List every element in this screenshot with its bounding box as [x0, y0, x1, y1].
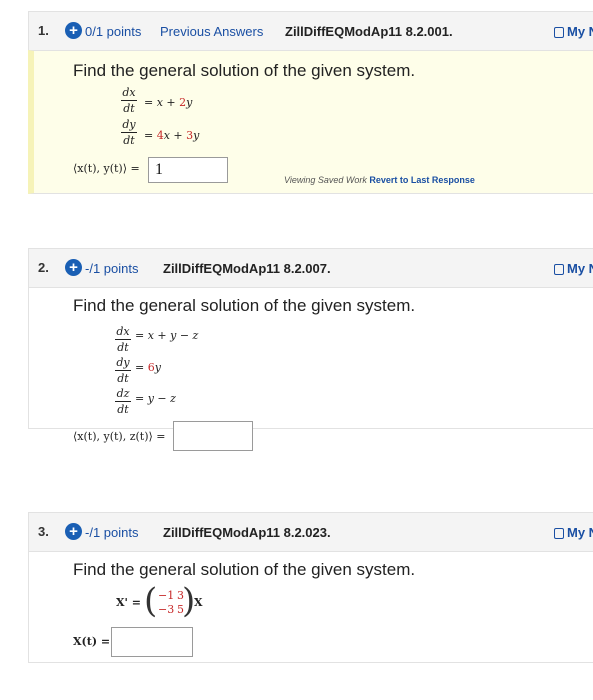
question-header: 2. + -/1 points ZillDiffEQModAp11 8.2.00…: [28, 248, 593, 287]
status-line: Viewing Saved Work Revert to Last Respon…: [284, 175, 475, 185]
previous-answers-link[interactable]: Previous Answers: [160, 24, 263, 39]
answer-label: X(t) =: [73, 635, 111, 648]
my-notes-button[interactable]: My N: [554, 525, 593, 540]
question-2: 2. + -/1 points ZillDiffEQModAp11 8.2.00…: [28, 248, 593, 451]
matrix-cell: −1: [158, 589, 175, 602]
question-header: 1. + 0/1 points Previous Answers ZillDif…: [28, 11, 593, 50]
matrix-cell: −3: [158, 603, 175, 616]
coefficient-matrix: ( −1 3 −3 5 ): [144, 584, 196, 622]
eq-expr: = y − z: [135, 392, 176, 405]
frac-den: dt: [117, 341, 129, 354]
question-prompt: Find the general solution of the given s…: [73, 560, 416, 579]
eq-var: y: [154, 361, 161, 374]
derivative-dz-dt: dz dt: [115, 387, 131, 416]
plus-circle-icon[interactable]: +: [65, 259, 82, 276]
equation-2-rhs: = 6y: [135, 361, 161, 374]
question-number: 2.: [38, 260, 49, 275]
answer-label: ⟨x(t), y(t)⟩ =: [73, 162, 140, 175]
frac-den: dt: [117, 372, 129, 385]
question-3: 3. + -/1 points ZillDiffEQModAp11 8.2.02…: [28, 512, 593, 663]
note-icon: [554, 27, 564, 38]
derivative-dy-dt: dy dt: [121, 118, 137, 147]
eq-op: =: [135, 361, 148, 374]
eq-coef: 6: [147, 361, 155, 374]
plus-circle-icon[interactable]: +: [65, 523, 82, 540]
question-number: 3.: [38, 524, 49, 539]
frac-num: dx: [115, 325, 131, 340]
my-notes-label: My N: [567, 24, 593, 39]
points-label: 0/1 points: [85, 24, 142, 39]
eq-op: +: [162, 96, 180, 109]
points-label: -/1 points: [85, 261, 139, 276]
question-prompt: Find the general solution of the given s…: [73, 296, 416, 315]
question-number: 1.: [38, 23, 49, 38]
matrix-rhs: X: [194, 596, 203, 609]
frac-den: dt: [123, 102, 135, 115]
equation-3-rhs: = y − z: [135, 392, 176, 405]
problem-code: ZillDiffEQModAp11 8.2.001.: [285, 24, 453, 39]
question-1: 1. + 0/1 points Previous Answers ZillDif…: [28, 11, 593, 194]
eq-expr: = x + y − z: [135, 329, 199, 342]
frac-num: dy: [115, 356, 131, 371]
my-notes-button[interactable]: My N: [554, 24, 593, 39]
frac-den: dt: [117, 403, 129, 416]
question-prompt: Find the general solution of the given s…: [73, 61, 416, 80]
my-notes-label: My N: [567, 525, 593, 540]
question-body: Find the general solution of the given s…: [28, 50, 593, 194]
revert-link[interactable]: Revert to Last Response: [369, 175, 475, 185]
question-header: 3. + -/1 points ZillDiffEQModAp11 8.2.02…: [28, 512, 593, 551]
eq-var: y: [186, 96, 193, 109]
eq-coef: 4: [156, 129, 164, 142]
question-body: Find the general solution of the given s…: [28, 287, 593, 451]
derivative-dy-dt: dy dt: [115, 356, 131, 385]
equation-2-rhs: = 4x + 3y: [144, 129, 199, 142]
answer-input[interactable]: [111, 627, 193, 657]
frac-den: dt: [123, 134, 135, 147]
eq-op: =: [144, 129, 157, 142]
left-paren: (: [144, 581, 158, 621]
eq-op: =: [144, 96, 157, 109]
problem-code: ZillDiffEQModAp11 8.2.023.: [163, 525, 331, 540]
equation-1-rhs: = x + 2y: [144, 96, 192, 109]
my-notes-button[interactable]: My N: [554, 261, 593, 276]
problem-code: ZillDiffEQModAp11 8.2.007.: [163, 261, 331, 276]
plus-circle-icon[interactable]: +: [65, 22, 82, 39]
equation-1-rhs: = x + y − z: [135, 329, 198, 342]
frac-num: dz: [115, 387, 131, 402]
question-body: Find the general solution of the given s…: [28, 551, 593, 663]
answer-label: ⟨x(t), y(t), z(t)⟩ =: [73, 430, 166, 443]
derivative-dx-dt: dx dt: [115, 325, 131, 354]
answer-input[interactable]: 1: [148, 157, 228, 183]
answer-input[interactable]: [173, 421, 253, 451]
derivative-dx-dt: dx dt: [121, 86, 137, 115]
points-label: -/1 points: [85, 525, 139, 540]
note-icon: [554, 528, 564, 539]
note-icon: [554, 264, 564, 275]
eq-op: +: [169, 129, 187, 142]
eq-var: y: [193, 129, 200, 142]
frac-num: dx: [121, 86, 137, 101]
matrix-lhs: X' =: [116, 596, 141, 609]
my-notes-label: My N: [567, 261, 593, 276]
frac-num: dy: [121, 118, 137, 133]
viewing-saved-work: Viewing Saved Work: [284, 175, 367, 185]
